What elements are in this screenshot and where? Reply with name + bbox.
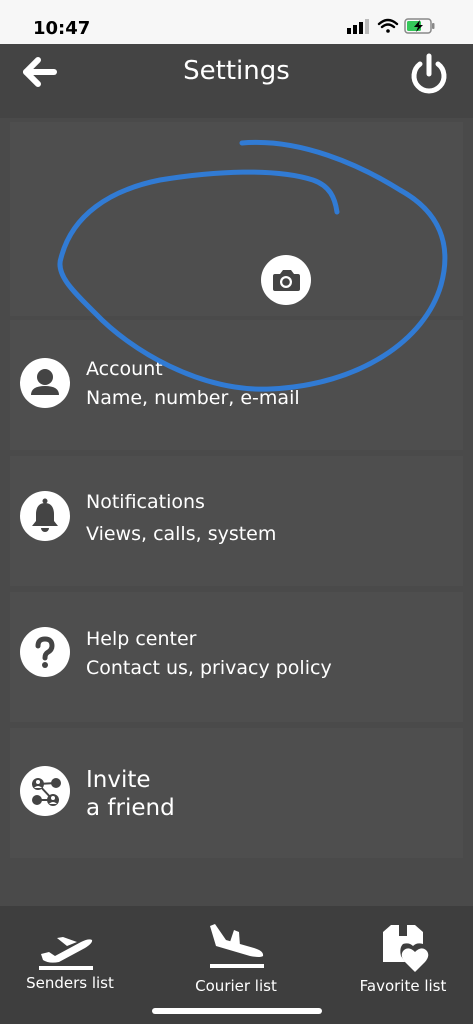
logout-button[interactable]	[409, 52, 449, 96]
user-icon	[31, 369, 59, 395]
menu-title: Help center	[86, 628, 197, 650]
menu-item-account[interactable]: Account Name, number, e-mail	[10, 320, 463, 450]
battery-icon	[404, 18, 435, 34]
share-users-icon	[32, 778, 61, 806]
menu-title-line: Invite	[86, 767, 151, 793]
menu-subtitle: a friend	[86, 795, 175, 821]
tab-favorite-list[interactable]: Favorite list	[333, 906, 473, 1006]
home-indicator	[152, 1008, 322, 1014]
header-bar: Settings	[0, 44, 473, 118]
tab-courier-list[interactable]: Courier list	[166, 906, 306, 1006]
page-title: Settings	[183, 56, 290, 86]
tab-label: Courier list	[195, 977, 277, 995]
menu-title: Account	[86, 358, 163, 380]
menu-subtitle: Name, number, e-mail	[86, 387, 300, 409]
status-icons	[347, 18, 435, 34]
help-icon-wrap	[20, 627, 70, 677]
invite-icon-wrap	[20, 766, 70, 816]
notifications-icon-wrap	[20, 491, 70, 541]
signal-icon	[347, 19, 369, 34]
bell-icon	[32, 498, 58, 532]
status-time: 10:47	[33, 18, 91, 39]
tab-label: Senders list	[26, 974, 114, 992]
menu-item-notifications[interactable]: Notifications Views, calls, system	[10, 456, 463, 586]
menu-item-help-center[interactable]: Help center Contact us, privacy policy	[10, 592, 463, 722]
account-icon-wrap	[20, 358, 70, 408]
status-bar: 10:47	[0, 0, 473, 44]
tab-label: Favorite list	[359, 977, 447, 995]
camera-icon	[273, 270, 300, 291]
gift-heart-icon	[383, 925, 429, 972]
change-photo-button[interactable]	[261, 255, 311, 305]
question-icon	[35, 636, 55, 668]
bottom-tab-bar: Senders list Courier list Favorite list	[0, 906, 473, 1024]
plane-landing-icon	[210, 924, 264, 968]
tab-senders-list[interactable]: Senders list	[0, 906, 140, 1006]
menu-item-invite[interactable]: Invite a friend	[10, 728, 463, 858]
menu-title: Notifications	[86, 491, 205, 513]
menu-title: Invite a friend	[86, 766, 175, 822]
plane-takeoff-icon	[39, 937, 93, 970]
profile-photo-area[interactable]	[10, 122, 463, 316]
menu-subtitle: Contact us, privacy policy	[86, 657, 332, 679]
menu-subtitle: Views, calls, system	[86, 523, 277, 545]
wifi-icon	[377, 18, 399, 33]
power-icon	[411, 53, 447, 94]
